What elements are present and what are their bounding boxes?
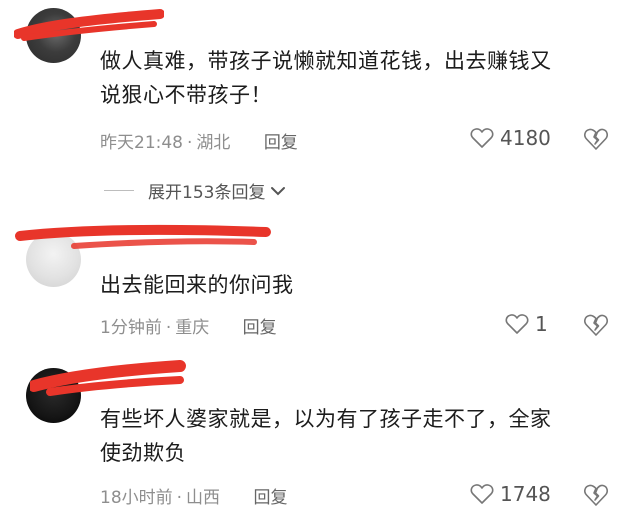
comment-time: 1分钟前 [100, 318, 162, 338]
expand-replies-label: 展开153条回复 [148, 183, 266, 203]
comment-text: 有些坏人婆家就是，以为有了孩子走不了，全家 使劲欺负 [100, 402, 620, 470]
reply-button[interactable]: 回复 [243, 318, 277, 338]
reply-button[interactable]: 回复 [264, 133, 298, 153]
broken-heart-icon[interactable] [583, 127, 609, 151]
comment-text: 做人真难，带孩子说懒就知道花钱，出去赚钱又 说狠心不带孩子！ [100, 44, 620, 112]
username-redaction [30, 360, 186, 396]
like-button[interactable]: 4180 [470, 126, 551, 150]
reply-button[interactable]: 回复 [253, 488, 287, 508]
comment-location: 湖北 [196, 133, 231, 153]
chevron-down-icon [271, 186, 286, 195]
comment-text-line: 出去能回来的你问我 [100, 273, 294, 297]
comment-meta: 18小时前 · 山西 回复 [100, 488, 288, 508]
comment-text-line: 使劲欺负 [100, 441, 186, 465]
like-count: 1 [535, 312, 548, 336]
like-count: 1748 [500, 482, 551, 506]
username-redaction [15, 224, 271, 249]
like-button[interactable]: 1748 [470, 482, 551, 506]
expand-divider [104, 190, 134, 191]
like-button[interactable]: 1 [505, 312, 548, 336]
username-redaction [14, 9, 164, 41]
comment-text-line: 做人真难，带孩子说懒就知道花钱，出去赚钱又 [100, 49, 552, 73]
comment-time: 昨天21:48 [100, 133, 183, 153]
comment-location: 山西 [186, 488, 221, 508]
comment-time: 18小时前 [100, 488, 173, 508]
expand-replies-button[interactable]: 展开153条回复 [104, 178, 287, 203]
comment-text-line: 说狠心不带孩子！ [100, 83, 272, 107]
comment-text: 出去能回来的你问我 [100, 268, 620, 302]
comment-location: 重庆 [175, 318, 210, 338]
broken-heart-icon[interactable] [583, 483, 609, 507]
comment-meta: 1分钟前 · 重庆 回复 [100, 318, 277, 338]
comment-text-line: 有些坏人婆家就是，以为有了孩子走不了，全家 [100, 407, 552, 431]
heart-outline-icon [470, 128, 494, 148]
comment-meta: 昨天21:48 · 湖北 回复 [100, 133, 298, 153]
heart-outline-icon [505, 314, 529, 334]
heart-outline-icon [470, 484, 494, 504]
like-count: 4180 [500, 126, 551, 150]
broken-heart-icon[interactable] [583, 313, 609, 337]
